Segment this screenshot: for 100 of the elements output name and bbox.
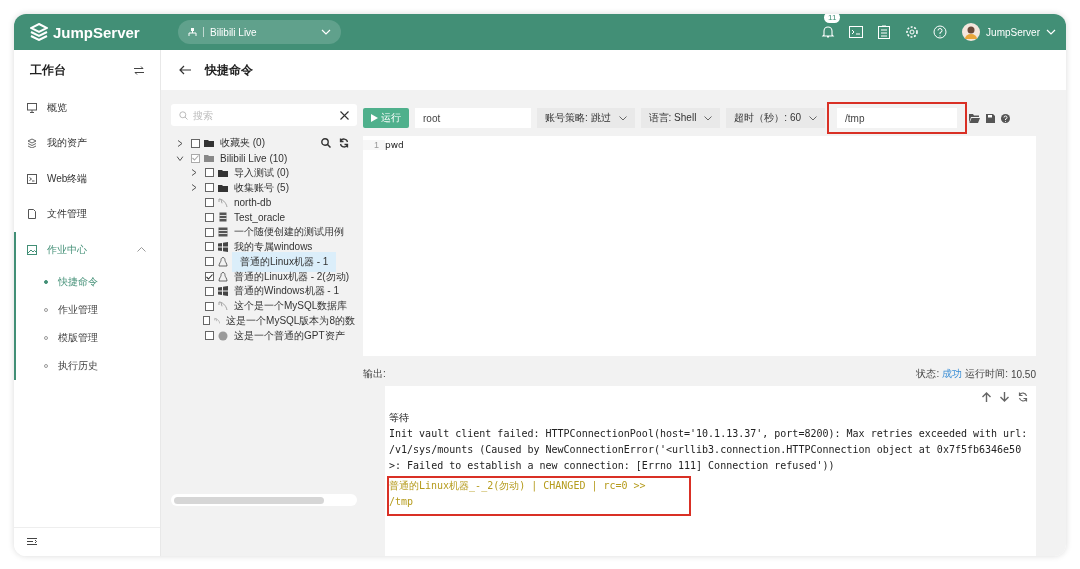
tree-item[interactable]: 这是一个MySQL版本为8的数	[224, 313, 357, 328]
checkbox[interactable]	[205, 227, 214, 237]
code-editor[interactable]: 1 pwd	[363, 136, 1036, 356]
tree-item[interactable]: 我的专属windows	[232, 239, 315, 254]
tree-item[interactable]: 普通的Linux机器 - 1	[232, 251, 337, 272]
clear-icon[interactable]	[340, 111, 349, 120]
bell-icon	[821, 25, 836, 39]
back-icon[interactable]	[179, 65, 191, 75]
checkbox[interactable]	[205, 286, 214, 296]
tree-item[interactable]: Bilibili Live (10)	[218, 152, 290, 164]
tree-item[interactable]: 一个随便创建的测试用例	[232, 225, 346, 240]
status-value: 成功	[942, 367, 963, 381]
collapse-icon[interactable]	[27, 538, 37, 546]
tree-item[interactable]: 收藏夹 (0)	[218, 136, 267, 151]
nav-item[interactable]: 作业中心	[16, 232, 160, 268]
checkbox[interactable]	[191, 153, 200, 163]
checkbox[interactable]	[205, 272, 214, 282]
monitor-icon	[27, 102, 37, 113]
output-line: 普通的Linux机器_-_2(勿动) | CHANGED | rc=0 >>	[389, 479, 647, 494]
checkbox[interactable]	[205, 168, 214, 178]
windows-icon	[218, 286, 228, 297]
arrow-up-icon[interactable]	[982, 392, 991, 402]
checkbox[interactable]	[191, 138, 200, 148]
folder-icon	[218, 182, 228, 193]
runtime-value: 10.50	[1010, 368, 1036, 380]
user-menu[interactable]: JumpServer	[962, 23, 1056, 41]
scrollbar[interactable]	[171, 494, 357, 506]
windows-icon	[218, 241, 228, 252]
workdir-field[interactable]: /tmp	[837, 108, 958, 128]
folder-icon[interactable]	[969, 113, 981, 123]
notification-count: 11	[824, 14, 841, 23]
nav-item[interactable]: 概览	[16, 90, 160, 126]
tree-item[interactable]: 收集账号 (5)	[232, 180, 291, 195]
search-field[interactable]: 搜索	[171, 104, 357, 126]
chevron-down-icon	[321, 29, 331, 35]
nav-item[interactable]: Web终端	[16, 161, 160, 197]
nav-item[interactable]: 文件管理	[16, 196, 160, 232]
nav-subitem[interactable]: 模版管理	[16, 323, 160, 352]
checkbox[interactable]	[205, 198, 214, 208]
circle-icon	[218, 330, 228, 341]
chevron-down-icon	[618, 115, 627, 121]
language-select[interactable]: 语言: Shell	[640, 108, 721, 128]
server-icon	[218, 227, 228, 238]
folder-icon	[204, 153, 214, 164]
play-icon	[371, 114, 378, 122]
search-icon[interactable]	[321, 138, 331, 149]
penguin-icon	[218, 256, 228, 267]
help-icon	[933, 25, 948, 39]
nav-item[interactable]: 我的资产	[16, 125, 160, 161]
checkbox[interactable]	[205, 301, 214, 311]
clipboard-icon	[878, 25, 891, 39]
penguin-icon	[218, 271, 228, 282]
save-icon[interactable]	[986, 113, 996, 123]
refresh-icon[interactable]	[1018, 392, 1028, 402]
checkbox[interactable]	[205, 331, 214, 341]
chevron-down-icon	[704, 115, 713, 121]
chevron-down-icon	[1046, 29, 1056, 35]
swap-icon[interactable]	[134, 65, 144, 75]
terminal-icon	[849, 26, 864, 38]
avatar-icon	[962, 23, 981, 41]
folder-icon	[218, 168, 228, 178]
search-icon	[179, 111, 188, 120]
terminal-icon	[27, 173, 37, 184]
file-icon	[27, 209, 37, 220]
tree-item[interactable]: 这个是一个MySQL数据库	[232, 299, 350, 314]
logo-text: JumpServer	[53, 23, 140, 41]
database-icon	[218, 301, 228, 312]
checkbox[interactable]	[205, 183, 214, 193]
checkbox[interactable]	[205, 212, 214, 222]
nav-subitem[interactable]: 执行历史	[16, 351, 160, 380]
tree-item[interactable]: 普通的Windows机器 - 1	[232, 284, 341, 299]
checkbox[interactable]	[205, 257, 214, 267]
tree-item[interactable]: 普通的Linux机器 - 2(勿动)	[232, 269, 351, 284]
nav-subitem[interactable]: 快捷命令	[16, 267, 160, 296]
tree-item[interactable]: 这是一个普通的GPT资产	[232, 328, 347, 343]
account-field[interactable]: root	[415, 108, 531, 128]
tree-item[interactable]: Test_oracle	[232, 211, 288, 223]
line-number: 1	[363, 140, 385, 150]
help-icon[interactable]	[1001, 113, 1011, 123]
tree-item[interactable]: north-db	[232, 197, 274, 209]
image-icon	[27, 244, 37, 255]
code-line: pwd	[385, 140, 404, 150]
chevron-down-icon	[809, 115, 818, 121]
checkbox[interactable]	[202, 316, 210, 326]
timeout-select[interactable]: 超时（秒）: 60	[726, 108, 826, 128]
tree-item[interactable]: 导入测试 (0)	[232, 166, 291, 180]
refresh-icon[interactable]	[339, 138, 349, 149]
output-label: 输出:	[363, 367, 386, 381]
page-title: 快捷命令	[205, 61, 253, 79]
layers-icon	[27, 138, 37, 149]
settings-icon	[905, 25, 920, 39]
checkbox[interactable]	[205, 242, 214, 252]
database-icon	[218, 197, 228, 208]
organization-icon	[188, 27, 197, 37]
folder-icon	[204, 138, 214, 149]
account-policy-select[interactable]: 账号策略: 跳过	[537, 108, 635, 128]
arrow-down-icon[interactable]	[1000, 392, 1009, 402]
nav-subitem[interactable]: 作业管理	[16, 295, 160, 324]
logo-icon	[30, 23, 48, 41]
database-icon	[213, 315, 221, 326]
